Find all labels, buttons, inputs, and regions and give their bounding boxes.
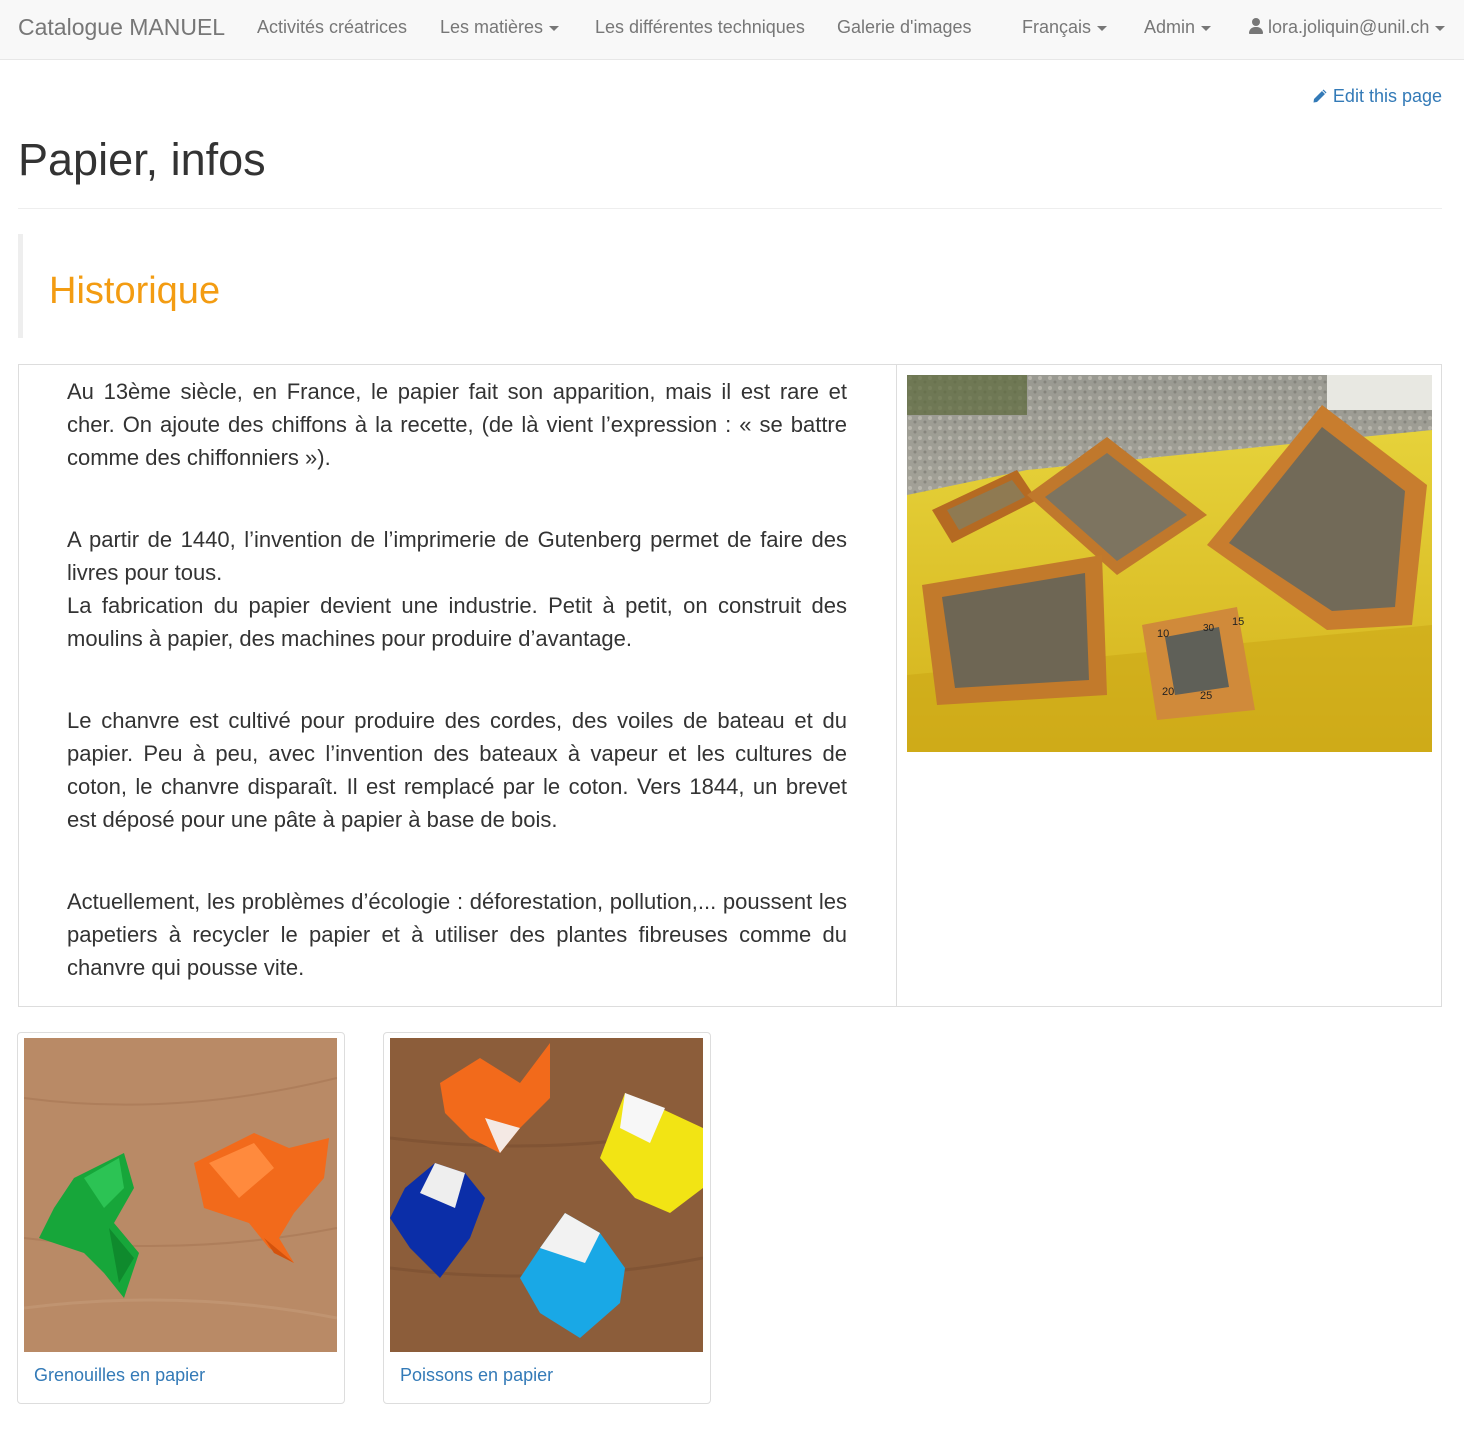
section-header-block: Historique bbox=[18, 234, 1442, 338]
paper-frames-photo: 10 20 25 15 30 bbox=[907, 375, 1432, 752]
nav-techniques[interactable]: Les différentes techniques bbox=[595, 0, 805, 54]
nav-label: Activités créatrices bbox=[257, 17, 408, 37]
thumbnail-card-grenouilles[interactable]: Grenouilles en papier bbox=[17, 1032, 345, 1404]
thumbnail-caption[interactable]: Poissons en papier bbox=[400, 1365, 553, 1386]
language-label: Français bbox=[1022, 17, 1092, 37]
caret-down-icon bbox=[1201, 25, 1212, 31]
admin-dropdown[interactable]: Admin bbox=[1144, 0, 1212, 54]
origami-fish-image bbox=[390, 1038, 703, 1352]
page-title: Papier, infos bbox=[18, 134, 266, 185]
column-divider bbox=[896, 365, 897, 1006]
frame-label: 15 bbox=[1232, 616, 1244, 628]
paragraph-2b: La fabrication du papier devient une ind… bbox=[67, 593, 847, 651]
title-divider bbox=[18, 208, 1442, 209]
brand-link[interactable]: Catalogue MANUEL bbox=[18, 0, 225, 54]
frame-label: 10 bbox=[1157, 628, 1169, 640]
edit-link-label: Edit this page bbox=[1332, 86, 1442, 106]
paragraph-4: Actuellement, les problèmes d’écologie :… bbox=[67, 889, 847, 980]
paragraph-3: Le chanvre est cultivé pour produire des… bbox=[67, 708, 847, 832]
paragraph-1: Au 13ème siècle, en France, le papier fa… bbox=[67, 379, 847, 470]
top-navbar: Catalogue MANUEL Activités créatrices Le… bbox=[0, 0, 1464, 60]
caret-down-icon bbox=[1097, 25, 1108, 31]
edit-page-link[interactable]: Edit this page bbox=[1312, 86, 1442, 107]
caret-down-icon bbox=[1435, 25, 1446, 31]
caret-down-icon bbox=[549, 25, 560, 31]
user-icon bbox=[1249, 18, 1263, 34]
pencil-icon bbox=[1313, 89, 1327, 103]
origami-frogs-image bbox=[24, 1038, 337, 1352]
paragraph-2a: A partir de 1440, l’invention de l’impri… bbox=[67, 527, 847, 585]
frame-label: 30 bbox=[1203, 623, 1215, 634]
frame-label: 25 bbox=[1200, 690, 1212, 702]
thumbnail-caption[interactable]: Grenouilles en papier bbox=[34, 1365, 205, 1386]
admin-label: Admin bbox=[1144, 17, 1196, 37]
history-text: Au 13ème siècle, en France, le papier fa… bbox=[67, 375, 847, 984]
nav-galerie-images[interactable]: Galerie d'images bbox=[837, 0, 972, 54]
user-email: lora.joliquin@unil.ch bbox=[1268, 17, 1430, 37]
section-title: Historique bbox=[49, 270, 221, 312]
user-dropdown[interactable]: lora.joliquin@unil.ch bbox=[1249, 0, 1446, 54]
nav-les-matieres-dropdown[interactable]: Les matières bbox=[440, 0, 560, 54]
nav-label: Les matières bbox=[440, 17, 544, 37]
frame-label: 20 bbox=[1162, 686, 1174, 698]
nav-activites-creatrices[interactable]: Activités créatrices bbox=[257, 0, 407, 54]
nav-label: Galerie d'images bbox=[837, 17, 972, 37]
thumbnail-card-poissons[interactable]: Poissons en papier bbox=[383, 1032, 711, 1404]
language-dropdown[interactable]: Français bbox=[1022, 0, 1108, 54]
nav-label: Les différentes techniques bbox=[595, 17, 805, 37]
content-table: Au 13ème siècle, en France, le papier fa… bbox=[18, 364, 1442, 1007]
